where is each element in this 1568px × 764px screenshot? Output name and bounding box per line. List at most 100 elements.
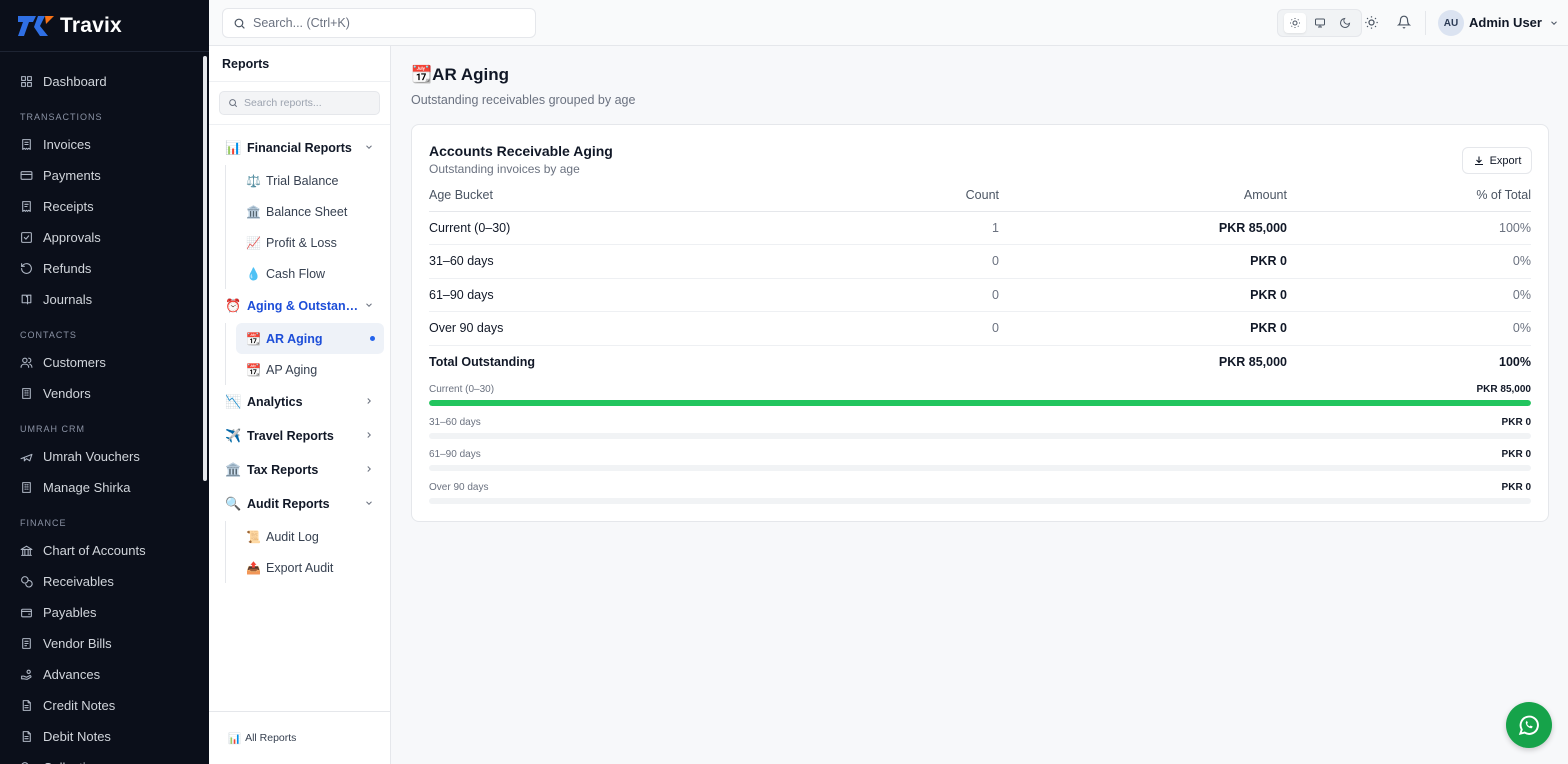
sidebar-scrollbar[interactable]: [203, 56, 207, 481]
sidebar-item-label: Collections: [43, 760, 107, 764]
sidebar-item-refunds[interactable]: Refunds: [0, 253, 209, 284]
main-content: 📆 AR Aging Outstanding receivables group…: [392, 46, 1568, 764]
report-group-analytics[interactable]: 📉 Analytics: [209, 385, 390, 419]
all-reports-link[interactable]: 📊 All Reports: [209, 711, 391, 764]
page-title-text: AR Aging: [432, 65, 509, 84]
brightness-button[interactable]: [1363, 14, 1379, 30]
aging-bar-row: 31–60 days PKR 0: [429, 413, 1531, 446]
group-label: Aging & Outstanding: [247, 299, 364, 313]
sidebar-item-vendors[interactable]: Vendors: [0, 378, 209, 409]
receipt-icon: [20, 200, 33, 213]
travix-logo-icon: [18, 14, 58, 38]
avatar[interactable]: AU: [1438, 10, 1464, 36]
sidebar-item-chart-of-accounts[interactable]: Chart of Accounts: [0, 535, 209, 566]
sidebar-item-approvals[interactable]: Approvals: [0, 222, 209, 253]
sidebar-item-receipts[interactable]: Receipts: [0, 191, 209, 222]
global-search-input[interactable]: [253, 16, 513, 30]
sidebar-item-invoices[interactable]: Invoices: [0, 129, 209, 160]
report-item-cash-flow[interactable]: 💧 Cash Flow: [236, 258, 384, 289]
sidebar-section-label: CONTACTS: [20, 330, 77, 340]
sidebar-item-customers[interactable]: Customers: [0, 347, 209, 378]
sidebar-item-debit-notes[interactable]: Debit Notes: [0, 721, 209, 752]
report-item-label: Export Audit: [266, 560, 334, 575]
dashboard-icon: [20, 75, 33, 88]
column-header-amount[interactable]: Amount: [999, 179, 1287, 212]
report-item-balance-sheet[interactable]: 🏛️ Balance Sheet: [236, 196, 384, 227]
dark-theme-button[interactable]: [1334, 13, 1356, 33]
global-search[interactable]: [222, 8, 536, 38]
column-header-count[interactable]: Count: [909, 179, 999, 212]
report-group-financial-reports[interactable]: 📊 Financial Reports: [209, 131, 390, 165]
sidebar-item-receivables[interactable]: Receivables: [0, 566, 209, 597]
sun-icon: [1289, 18, 1300, 28]
report-item-ap-aging[interactable]: 📆 AP Aging: [236, 354, 384, 385]
sidebar-item-dashboard[interactable]: Dashboard: [0, 66, 209, 97]
sidebar-item-journals[interactable]: Journals: [0, 284, 209, 315]
sidebar-item-collections[interactable]: Collections: [0, 752, 209, 764]
report-group-tax-reports[interactable]: 🏛️ Tax Reports: [209, 453, 390, 487]
sidebar-item-umrah-vouchers[interactable]: Umrah Vouchers: [0, 441, 209, 472]
sidebar-item-label: Receivables: [43, 574, 114, 589]
reports-search[interactable]: [219, 91, 380, 115]
invoice-icon: [20, 138, 33, 151]
light-theme-button[interactable]: [1283, 13, 1306, 33]
reports-tree: 📊 Financial Reports ⚖️ Trial Balance 🏛️ Balan…: [209, 125, 390, 583]
brand[interactable]: Travix: [0, 0, 209, 52]
export-button[interactable]: Export: [1462, 147, 1532, 174]
reports-search-input[interactable]: [244, 97, 374, 109]
column-header-percent[interactable]: % of Total: [1287, 179, 1531, 212]
bar-amount: PKR 85,000: [1476, 384, 1531, 395]
report-item-audit-log[interactable]: 📜 Audit Log: [236, 521, 384, 552]
main-sidebar: Travix Dashboard TRANSACTIONS Invoices Paym…: [0, 0, 209, 764]
amount-cell: PKR 0: [999, 311, 1287, 346]
sidebar-item-vendor-bills[interactable]: Vendor Bills: [0, 628, 209, 659]
chat-button[interactable]: [1506, 702, 1552, 748]
report-item-export-audit[interactable]: 📤 Export Audit: [236, 552, 384, 583]
total-row: Total Outstanding PKR 85,000 100%: [429, 344, 1531, 379]
report-group-audit-reports[interactable]: 🔍 Audit Reports: [209, 487, 390, 521]
landmark-icon: [20, 544, 33, 557]
report-item-label: Balance Sheet: [266, 204, 348, 219]
sidebar-item-label: Vendors: [43, 386, 91, 401]
report-group-travel-reports[interactable]: ✈️ Travel Reports: [209, 419, 390, 453]
sidebar-item-label: Receipts: [43, 199, 94, 214]
bell-icon: [1397, 15, 1411, 29]
sidebar-item-manage-shirka[interactable]: Manage Shirka: [0, 472, 209, 503]
brand-name: Travix: [60, 13, 122, 37]
sidebar-item-credit-notes[interactable]: Credit Notes: [0, 690, 209, 721]
group-icon: 📊: [225, 140, 242, 155]
whatsapp-icon: [1518, 715, 1539, 736]
sidebar-item-payments[interactable]: Payments: [0, 160, 209, 191]
amount-cell: PKR 0: [999, 244, 1287, 279]
report-group-aging-outstanding[interactable]: ⏰ Aging & Outstanding: [209, 289, 390, 323]
top-bar: AU Admin User: [209, 0, 1568, 46]
sidebar-item-label: Manage Shirka: [43, 480, 131, 495]
report-item-label: AR Aging: [266, 331, 323, 346]
group-label: Tax Reports: [247, 463, 319, 477]
report-icon: ⚖️: [246, 173, 261, 188]
count-cell: 0: [909, 311, 999, 346]
column-header-bucket[interactable]: Age Bucket: [429, 179, 909, 212]
report-item-trial-balance[interactable]: ⚖️ Trial Balance: [236, 165, 384, 196]
user-name[interactable]: Admin User: [1469, 15, 1542, 30]
sidebar-item-advances[interactable]: Advances: [0, 659, 209, 690]
notifications-button[interactable]: [1396, 14, 1412, 30]
wallet-icon: [20, 606, 33, 619]
system-theme-button[interactable]: [1309, 13, 1331, 33]
report-item-ar-aging[interactable]: 📆 AR Aging: [236, 323, 384, 354]
sidebar-item-label: Refunds: [43, 261, 92, 276]
sidebar-item-label: Journals: [43, 292, 93, 307]
report-item-profit-loss[interactable]: 📈 Profit & Loss: [236, 227, 384, 258]
sidebar-item-payables[interactable]: Payables: [0, 597, 209, 628]
chevron-right-icon: [364, 430, 374, 443]
report-item-label: Profit & Loss: [266, 235, 337, 250]
chart-icon: 📊: [228, 732, 242, 745]
bill-icon: [20, 637, 33, 650]
sidebar-item-label: Debit Notes: [43, 729, 111, 744]
group-icon: ✈️: [225, 428, 242, 443]
count-cell: 1: [909, 211, 999, 245]
report-group-items: ⚖️ Trial Balance 🏛️ Balance Sheet 📈 Profit & …: [225, 165, 390, 289]
bar-track: [429, 400, 1531, 406]
report-group-items: 📆 AR Aging 📆 AP Aging: [225, 323, 390, 385]
chevron-down-icon[interactable]: [1549, 16, 1559, 31]
